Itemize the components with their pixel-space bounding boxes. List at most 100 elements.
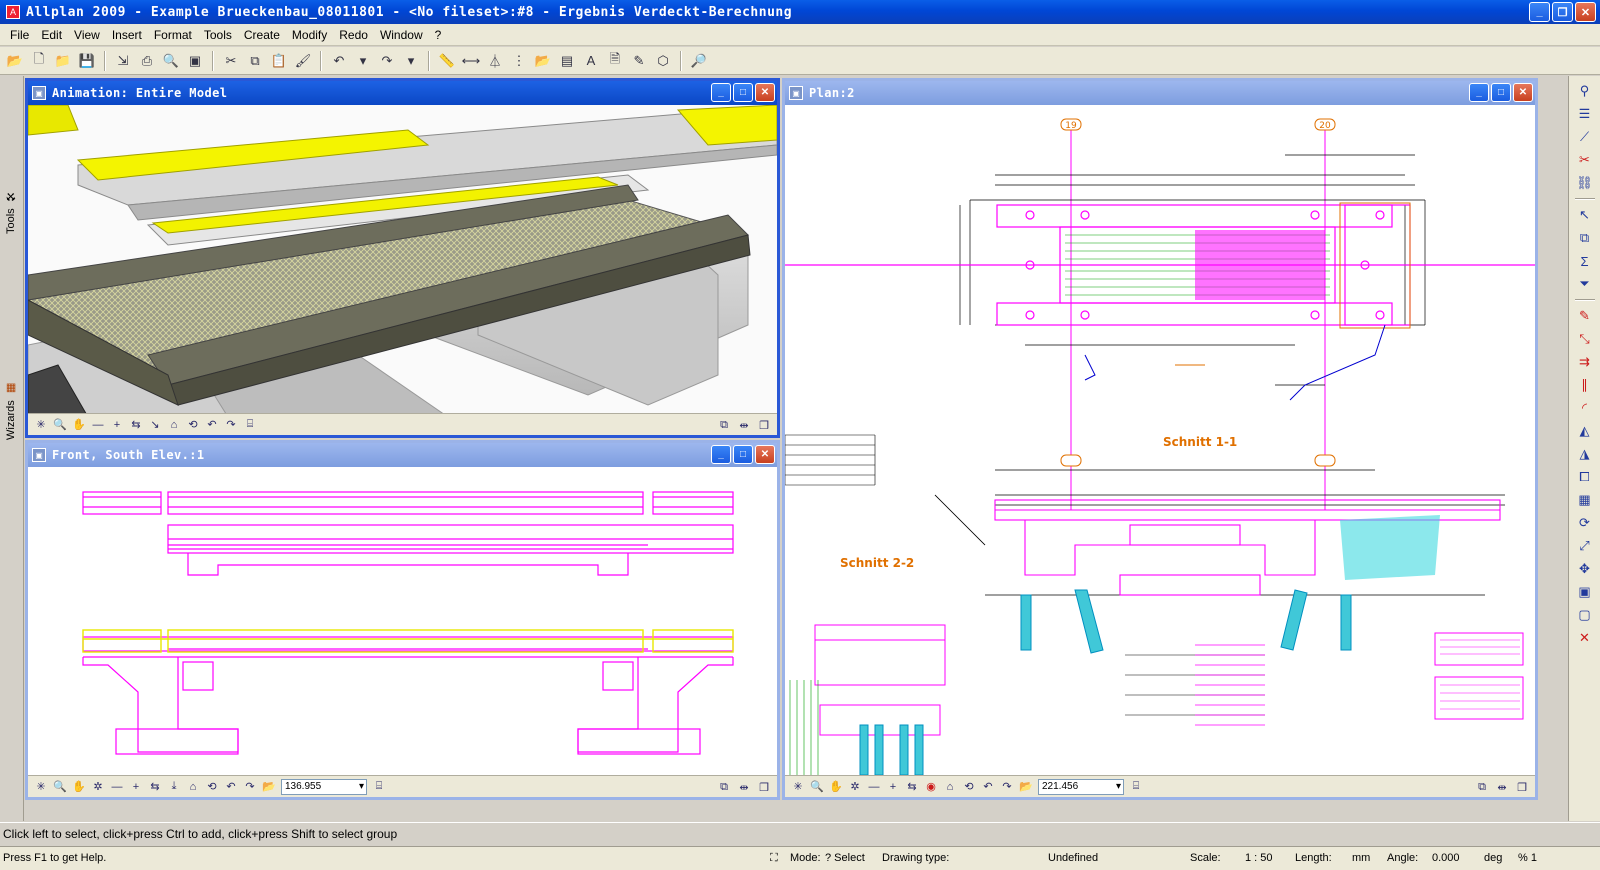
mirror-copy-icon[interactable]: ◮ — [1574, 443, 1596, 465]
parallel-icon[interactable]: ∥ — [1574, 374, 1596, 396]
mode-value[interactable]: ? Select — [825, 852, 865, 864]
settings-icon[interactable]: ✲ — [846, 778, 864, 796]
select-arrow-icon[interactable]: ↖ — [1574, 204, 1596, 226]
layers-icon[interactable]: ☰ — [1574, 103, 1596, 125]
undo-dropdown-icon[interactable]: ▾ — [352, 50, 374, 72]
close-button[interactable]: ✕ — [1575, 2, 1596, 22]
print-icon[interactable]: ⎙ — [136, 50, 158, 72]
paste-icon[interactable]: 📋 — [268, 50, 290, 72]
minimize-button[interactable]: _ — [1469, 83, 1489, 102]
undo-view-icon[interactable]: ↶ — [222, 778, 240, 796]
maximize-button[interactable]: □ — [733, 445, 753, 464]
previous-view-icon[interactable]: ⇆ — [146, 778, 164, 796]
pan-icon[interactable]: ✋ — [70, 778, 88, 796]
previous-view-icon[interactable]: ⇆ — [127, 416, 145, 434]
zoom-select[interactable]: 136.955 ▾ — [281, 778, 367, 795]
save-icon[interactable]: 💾 — [76, 50, 98, 72]
allplan-app-icon[interactable]: A — [6, 5, 20, 19]
split-icon[interactable]: ⇹ — [735, 416, 753, 434]
drawing-type-value[interactable]: Undefined — [1048, 852, 1098, 864]
copy-icon[interactable]: ⧉ — [244, 50, 266, 72]
minimize-button[interactable]: _ — [711, 83, 731, 102]
orbit-icon[interactable]: ⟲ — [203, 778, 221, 796]
undo-view-icon[interactable]: ↶ — [979, 778, 997, 796]
camera-icon[interactable]: ⌂ — [165, 416, 183, 434]
zoom-icon[interactable]: 🔍 — [51, 778, 69, 796]
menu-redo[interactable]: Redo — [333, 28, 374, 42]
scale-icon[interactable]: ⤢ — [1574, 535, 1596, 557]
save-view-icon[interactable]: ⌸ — [241, 416, 259, 434]
close-button[interactable]: ✕ — [755, 445, 775, 464]
menu-edit[interactable]: Edit — [35, 28, 68, 42]
split-icon[interactable]: ⇹ — [735, 778, 753, 796]
filter-icon[interactable]: ⏷ — [1574, 273, 1596, 295]
record-icon[interactable]: ◉ — [922, 778, 940, 796]
cut-icon[interactable]: ✂ — [220, 50, 242, 72]
mirror-icon[interactable]: ◭ — [1574, 420, 1596, 442]
array-icon[interactable]: ▦ — [1574, 489, 1596, 511]
dimension-icon[interactable]: ⟷ — [460, 50, 482, 72]
minimize-button[interactable]: _ — [1529, 2, 1550, 22]
menu-tools[interactable]: Tools — [198, 28, 238, 42]
split-icon[interactable]: ⇹ — [1493, 778, 1511, 796]
layout-icon[interactable]: ❐ — [755, 778, 773, 796]
format-painter-icon[interactable]: 🖌 — [292, 50, 314, 72]
open-view-icon[interactable]: 📂 — [1017, 778, 1035, 796]
wizards-tab[interactable]: Wizards ▦ — [2, 346, 20, 476]
plot-icon[interactable]: ▤ — [556, 50, 578, 72]
open-file-icon[interactable]: 📁 — [52, 50, 74, 72]
front-window-titlebar[interactable]: ▣ Front, South Elev.:1 _ □ ✕ — [28, 443, 777, 467]
menu-modify[interactable]: Modify — [286, 28, 333, 42]
menu-format[interactable]: Format — [148, 28, 198, 42]
close-button[interactable]: ✕ — [755, 83, 775, 102]
animation-window[interactable]: ▣ Animation: Entire Model _ □ ✕ ✳ 🔍 ✋ — … — [25, 78, 780, 438]
zoom-out-icon[interactable]: — — [865, 778, 883, 796]
fit-icon[interactable]: ⤓ — [165, 778, 183, 796]
redo-view-icon[interactable]: ↷ — [222, 416, 240, 434]
pen-icon[interactable]: ✎ — [628, 50, 650, 72]
restore-button[interactable]: ❐ — [1552, 2, 1573, 22]
menu-insert[interactable]: Insert — [106, 28, 148, 42]
maximize-button[interactable]: □ — [733, 83, 753, 102]
insert-icon[interactable]: ⇲ — [112, 50, 134, 72]
layout-icon[interactable]: ❐ — [755, 416, 773, 434]
plan-window-titlebar[interactable]: ▣ Plan:2 _ □ ✕ — [785, 81, 1535, 105]
animation-viewport[interactable] — [28, 105, 777, 413]
regen-icon[interactable]: ✳ — [32, 778, 50, 796]
trim-icon[interactable]: ✂ — [1574, 149, 1596, 171]
layer-icon[interactable]: ⏃ — [484, 50, 506, 72]
scale-value[interactable]: 1 : 50 — [1245, 852, 1273, 864]
select-icon[interactable]: ↘ — [146, 416, 164, 434]
save-view-icon[interactable]: ⌸ — [1127, 778, 1145, 796]
pick-icon[interactable]: ⚲ — [1574, 80, 1596, 102]
save-view-icon[interactable]: ⌸ — [370, 778, 388, 796]
measure-icon[interactable]: 📏 — [436, 50, 458, 72]
orbit-icon[interactable]: ⟲ — [960, 778, 978, 796]
fillet-icon[interactable]: ◜ — [1574, 397, 1596, 419]
more-icon[interactable]: ⋮ — [508, 50, 530, 72]
print-preview-icon[interactable]: 🔍 — [160, 50, 182, 72]
link-icon[interactable]: ⛓ — [1574, 172, 1596, 194]
stretch-icon[interactable]: ⤡ — [1574, 328, 1596, 350]
tools-tab[interactable]: Tools ⚒ — [2, 152, 20, 272]
zoom-icon[interactable]: 🔍 — [51, 416, 69, 434]
menu-window[interactable]: Window — [374, 28, 429, 42]
rotate-icon[interactable]: ⟳ — [1574, 512, 1596, 534]
menu-view[interactable]: View — [68, 28, 106, 42]
delete-icon[interactable]: ✕ — [1574, 627, 1596, 649]
menu-help[interactable]: ? — [429, 28, 448, 42]
redo-view-icon[interactable]: ↷ — [241, 778, 259, 796]
group-icon[interactable]: ▣ — [1574, 581, 1596, 603]
angle-value[interactable]: 0.000 — [1432, 852, 1460, 864]
explode-icon[interactable]: ▢ — [1574, 604, 1596, 626]
open-icon[interactable]: 📂 — [532, 50, 554, 72]
zoom-out-icon[interactable]: — — [108, 778, 126, 796]
window-tile-icon[interactable]: ⧉ — [715, 778, 733, 796]
zoom-in-icon[interactable]: + — [108, 416, 126, 434]
plan-viewport[interactable]: 19 20 Schnitt 1-1 Schnitt 2-2 — [785, 105, 1535, 775]
settings-icon[interactable]: ✲ — [89, 778, 107, 796]
zoom-in-icon[interactable]: + — [127, 778, 145, 796]
camera-icon[interactable]: ⌂ — [941, 778, 959, 796]
regen-icon[interactable]: ✳ — [789, 778, 807, 796]
copy-object-icon[interactable]: ⧉ — [1574, 227, 1596, 249]
